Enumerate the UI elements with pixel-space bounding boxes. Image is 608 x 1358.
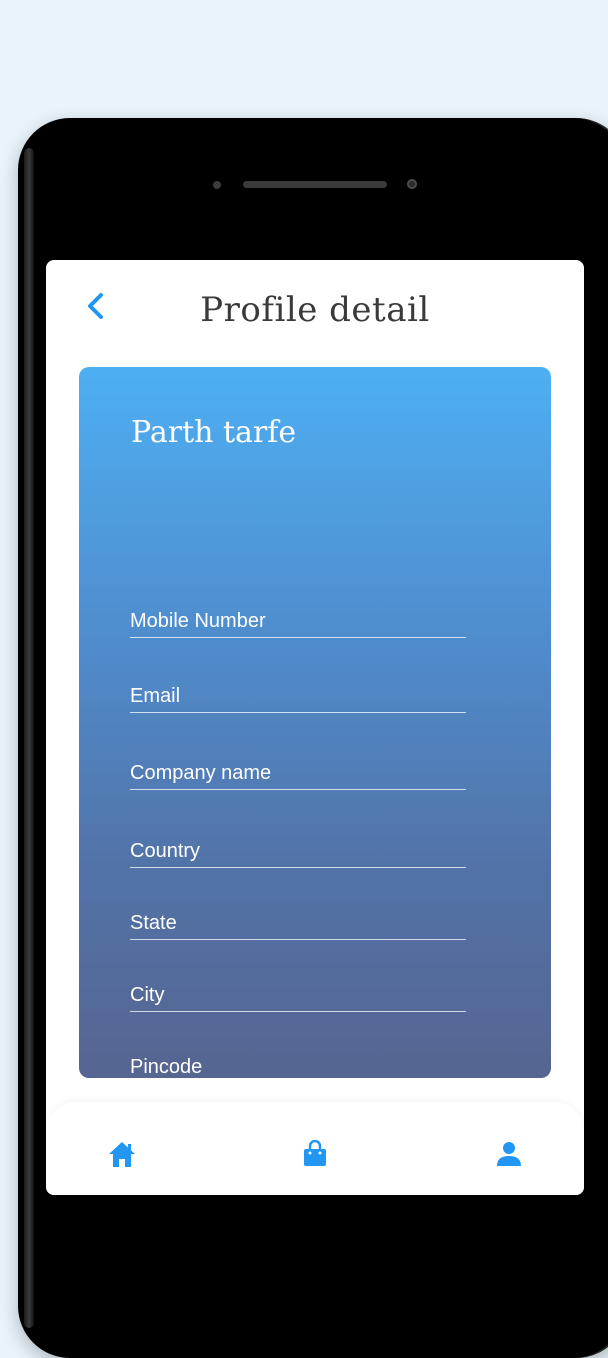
mobile-number-field-wrap	[130, 605, 466, 638]
company-name-field[interactable]	[130, 757, 466, 789]
home-icon	[107, 1139, 137, 1174]
mobile-number-field[interactable]	[130, 605, 466, 637]
city-field-wrap	[130, 979, 466, 1012]
nav-shop-button[interactable]	[299, 1139, 331, 1173]
bottom-navigation	[46, 1102, 584, 1195]
country-field-wrap	[130, 835, 466, 868]
shopping-bag-icon	[301, 1139, 329, 1173]
email-field[interactable]	[130, 680, 466, 712]
company-name-field-wrap	[130, 757, 466, 790]
sensor-dot	[213, 181, 221, 189]
state-field-wrap	[130, 907, 466, 940]
nav-home-button[interactable]	[106, 1140, 138, 1172]
profile-name: Parth tarfe	[131, 415, 297, 450]
user-icon	[495, 1140, 523, 1173]
nav-profile-button[interactable]	[493, 1140, 525, 1172]
page-title: Profile detail	[200, 290, 430, 330]
pincode-field-wrap	[130, 1051, 466, 1084]
profile-card: Parth tarfe	[79, 367, 551, 1151]
app-screen: Profile detail Parth tarfe	[46, 260, 584, 1195]
state-field[interactable]	[130, 907, 466, 939]
front-camera	[407, 179, 417, 189]
earpiece-speaker	[243, 181, 387, 188]
email-field-wrap	[130, 680, 466, 713]
phone-side-edge	[24, 148, 34, 1328]
pincode-field[interactable]	[130, 1051, 466, 1083]
city-field[interactable]	[130, 979, 466, 1011]
country-field[interactable]	[130, 835, 466, 867]
